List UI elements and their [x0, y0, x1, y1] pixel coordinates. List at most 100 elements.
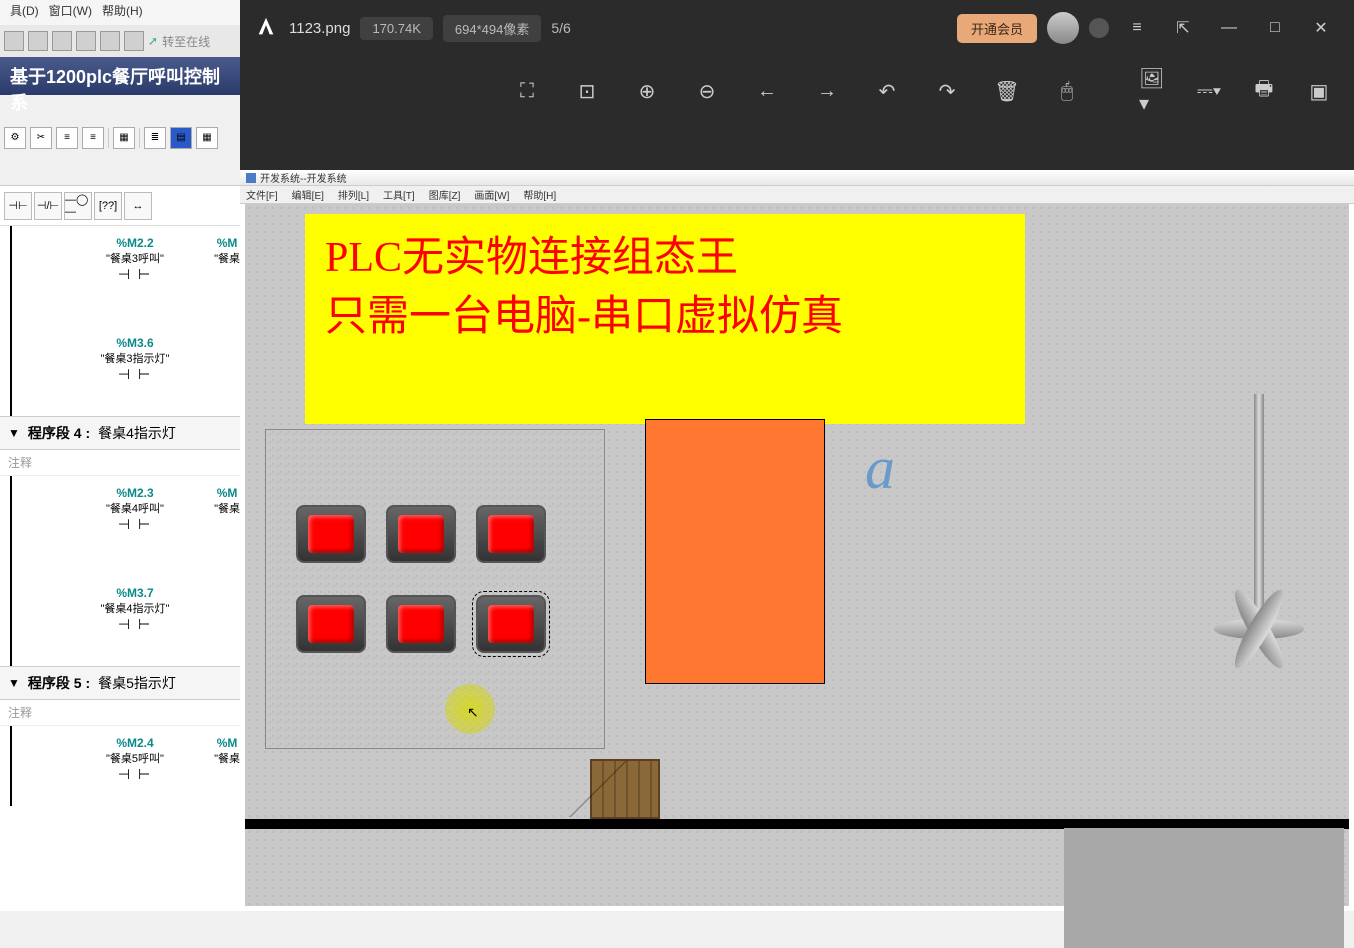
menu-item[interactable]: 帮助(H): [102, 2, 143, 23]
tool-icon[interactable]: ⚙: [4, 127, 26, 149]
contact-element[interactable]: %M3.6 "餐桌3指示灯" ⊣ ⊢: [35, 336, 235, 383]
mixer-shaft[interactable]: [1254, 394, 1264, 614]
menu-item[interactable]: 具(D): [10, 2, 39, 23]
maximize-icon[interactable]: □: [1257, 10, 1293, 46]
bg-toolbar-1: ➚ 转至在线: [0, 25, 240, 57]
banner-line-1: PLC无实物连接组态王: [325, 229, 1005, 288]
zoom-in-icon[interactable]: ⊕: [632, 76, 662, 106]
toolbar-icon[interactable]: [124, 31, 144, 51]
tank-shape[interactable]: [645, 419, 825, 684]
contact-no-icon[interactable]: ⊣⊢: [4, 192, 32, 220]
container-shape[interactable]: [1064, 828, 1344, 948]
contact-nc-icon[interactable]: ⊣/⊢: [34, 192, 62, 220]
inner-menu-item[interactable]: 工具[T]: [383, 187, 415, 202]
tool-icon[interactable]: ≡: [56, 127, 78, 149]
tool-icon[interactable]: ≣: [144, 127, 166, 149]
contact-element[interactable]: %M2.4 "餐桌5呼叫" ⊣ ⊢: [35, 736, 235, 783]
tool-icon[interactable]: ▦: [113, 127, 135, 149]
indicator-button[interactable]: [386, 595, 456, 653]
go-online-button[interactable]: ➚ 转至在线: [148, 33, 210, 50]
text-overlay-banner: PLC无实物连接组态王 只需一台电脑-串口虚拟仿真: [305, 214, 1025, 424]
collapse-arrow-icon[interactable]: ▼: [8, 426, 20, 440]
user-avatar[interactable]: [1047, 12, 1079, 44]
viewer-toolbar: ⛶ ⊡ ⊕ ⊖ ← → ↶ ↷ 🗑 🖱 🖼▾ ⎓▾ 🖶 ▣: [240, 56, 1354, 126]
segment-header-4[interactable]: ▼ 程序段 4 : 餐桌4指示灯: [0, 416, 240, 450]
indicator-button[interactable]: [296, 595, 366, 653]
comment-field[interactable]: 注释: [0, 700, 240, 726]
tool-icon[interactable]: ≡: [82, 127, 104, 149]
close-icon[interactable]: ✕: [1303, 10, 1339, 46]
minimize-icon[interactable]: —: [1211, 10, 1247, 46]
tool-icon[interactable]: ✂: [30, 127, 52, 149]
filename-label: 1123.png: [289, 20, 350, 37]
inner-app-icon: [246, 173, 256, 183]
branch-icon[interactable]: ↔: [124, 192, 152, 220]
image-viewer-window: 1123.png 170.74K 694*494像素 5/6 开通会员 ≡ ⇱ …: [240, 0, 1354, 911]
zoom-out-icon[interactable]: ⊖: [692, 76, 722, 106]
button-panel-frame[interactable]: [265, 429, 605, 749]
indicator-button[interactable]: [476, 505, 546, 563]
notification-dot-icon[interactable]: [1089, 18, 1109, 38]
contact-element[interactable]: %M2.3 "餐桌4呼叫" ⊣ ⊢: [35, 486, 235, 533]
indicator-button[interactable]: [386, 505, 456, 563]
rotate-left-icon[interactable]: ↶: [872, 76, 902, 106]
partial-label: "餐桌: [214, 750, 240, 766]
ladder-editor: ⊣⊢ ⊣/⊢ —◯— [??] ↔ %M2.2 "餐桌3呼叫" ⊣ ⊢ %M "…: [0, 185, 240, 911]
ladder-toolbar: ⊣⊢ ⊣/⊢ —◯— [??] ↔: [0, 186, 240, 226]
filesize-badge: 170.74K: [360, 17, 432, 40]
pin-icon[interactable]: ⇱: [1165, 10, 1201, 46]
menu-icon[interactable]: ≡: [1119, 10, 1155, 46]
indicator-button[interactable]: [296, 505, 366, 563]
toolbar-icon[interactable]: [4, 31, 24, 51]
inner-menu-item[interactable]: 排列[L]: [338, 187, 369, 202]
save-icon[interactable]: ▣: [1304, 76, 1334, 106]
toolbar-icon[interactable]: [100, 31, 120, 51]
ladder-network: %M2.2 "餐桌3呼叫" ⊣ ⊢ %M "餐桌 %M3.6 "餐桌3指示灯" …: [0, 226, 240, 806]
image-tools-icon[interactable]: 🖼▾: [1139, 76, 1169, 106]
partial-tag: %M: [214, 736, 240, 750]
inner-menubar: 文件[F] 编辑[E] 排列[L] 工具[T] 图库[Z] 画面[W] 帮助[H…: [240, 186, 1354, 204]
comment-field[interactable]: 注释: [0, 450, 240, 476]
contact-element[interactable]: %M3.7 "餐桌4指示灯" ⊣ ⊢: [35, 586, 235, 633]
coil-icon[interactable]: —◯—: [64, 192, 92, 220]
dimensions-badge: 694*494像素: [443, 15, 541, 42]
vip-button[interactable]: 开通会员: [957, 14, 1037, 43]
partial-tag: %M: [214, 236, 240, 250]
inner-menu-item[interactable]: 文件[F]: [246, 187, 278, 202]
crate-object[interactable]: [590, 759, 660, 819]
indicator-button-selected[interactable]: [476, 595, 546, 653]
image-counter: 5/6: [551, 20, 570, 36]
inner-menu-item[interactable]: 画面[W]: [474, 187, 509, 202]
toolbar-icon[interactable]: [76, 31, 96, 51]
toolbar-icon[interactable]: [28, 31, 48, 51]
inner-menu-item[interactable]: 编辑[E]: [292, 187, 324, 202]
box-icon[interactable]: [??]: [94, 192, 122, 220]
design-canvas[interactable]: PLC无实物连接组态王 只需一台电脑-串口虚拟仿真 ↖ a: [245, 204, 1349, 906]
cursor-pointer-icon: ↖: [467, 704, 479, 721]
viewer-titlebar: 1123.png 170.74K 694*494像素 5/6 开通会员 ≡ ⇱ …: [240, 0, 1354, 56]
toolbar-icon[interactable]: [52, 31, 72, 51]
project-title-bar: 基于1200plc餐厅呼叫控制系: [0, 57, 240, 95]
prev-icon[interactable]: ←: [752, 76, 782, 106]
contact-element[interactable]: %M2.2 "餐桌3呼叫" ⊣ ⊢: [35, 236, 235, 283]
collapse-arrow-icon[interactable]: ▼: [8, 676, 20, 690]
image-canvas: 开发系统--开发系统 文件[F] 编辑[E] 排列[L] 工具[T] 图库[Z]…: [240, 170, 1354, 911]
delete-icon[interactable]: 🗑: [992, 76, 1022, 106]
next-icon[interactable]: →: [812, 76, 842, 106]
bg-toolbar-2: ⚙ ✂ ≡ ≡ ▦ ≣ ▤ ▦: [0, 120, 240, 155]
tool-icon-active[interactable]: ▤: [170, 127, 192, 149]
tool-icon[interactable]: ▦: [196, 127, 218, 149]
mouse-icon[interactable]: 🖱: [1052, 76, 1082, 106]
arrow-icon: ➚: [148, 34, 158, 48]
text-label-a[interactable]: a: [865, 434, 895, 503]
menu-item[interactable]: 窗口(W): [49, 2, 92, 23]
fit-width-icon[interactable]: ⊡: [572, 76, 602, 106]
segment-header-5[interactable]: ▼ 程序段 5 : 餐桌5指示灯: [0, 666, 240, 700]
rotate-right-icon[interactable]: ↷: [932, 76, 962, 106]
mixer-blades[interactable]: [1214, 584, 1304, 674]
fullscreen-icon[interactable]: ⛶: [512, 76, 542, 106]
crop-icon[interactable]: ⎓▾: [1194, 76, 1224, 106]
inner-menu-item[interactable]: 帮助[H]: [523, 187, 556, 202]
inner-menu-item[interactable]: 图库[Z]: [429, 187, 461, 202]
print-icon[interactable]: 🖶: [1249, 76, 1279, 106]
